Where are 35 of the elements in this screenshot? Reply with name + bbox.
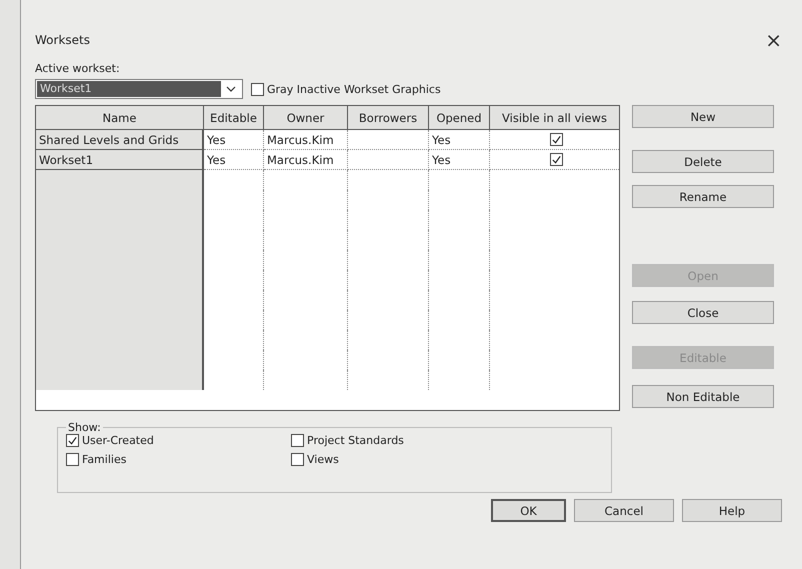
column-header[interactable]: Name <box>36 106 204 130</box>
dialog-button[interactable]: OK <box>491 499 566 522</box>
column-header[interactable]: Opened <box>429 106 490 130</box>
column-header[interactable]: Visible in all views <box>490 106 619 130</box>
active-workset-dropdown[interactable]: Workset1 <box>35 79 243 99</box>
column-header[interactable]: Borrowers <box>348 106 429 130</box>
column-header[interactable]: Owner <box>264 106 348 130</box>
dialog-button[interactable]: Non Editable <box>632 385 774 408</box>
filter-checkbox[interactable]: Project Standards <box>291 434 491 447</box>
dialog-button[interactable]: Cancel <box>574 499 674 522</box>
table-cell: Yes <box>429 150 490 170</box>
checkmark-icon <box>67 434 78 446</box>
table-cell: Yes <box>429 130 490 150</box>
window-title: Worksets <box>35 33 90 47</box>
column-header[interactable]: Editable <box>204 106 264 130</box>
dialog-button[interactable]: Help <box>682 499 782 522</box>
dialog-button[interactable]: Rename <box>632 185 774 208</box>
table-cell: Yes <box>204 130 264 150</box>
table-cell[interactable]: Shared Levels and Grids <box>36 130 204 150</box>
filter-checkbox[interactable]: Families <box>66 453 291 466</box>
table-cell: Yes <box>204 150 264 170</box>
show-label: Show: <box>67 421 102 434</box>
visible-checkbox[interactable] <box>550 133 562 146</box>
dialog-button[interactable]: New <box>632 105 774 128</box>
filter-checkbox[interactable]: User-Created <box>66 434 291 447</box>
table-cell: Marcus.Kim <box>264 150 348 170</box>
filter-checkbox[interactable]: Views <box>291 453 491 466</box>
close-button[interactable]: × <box>765 28 782 52</box>
dialog-button[interactable]: Close <box>632 301 774 324</box>
caret-icon <box>226 86 236 92</box>
dialog-button[interactable]: Delete <box>632 150 774 173</box>
table-cell[interactable]: Workset1 <box>36 150 204 170</box>
table-cell: Marcus.Kim <box>264 130 348 150</box>
active-workset-label: Active workset: <box>35 62 121 75</box>
visible-checkbox[interactable] <box>550 153 562 166</box>
